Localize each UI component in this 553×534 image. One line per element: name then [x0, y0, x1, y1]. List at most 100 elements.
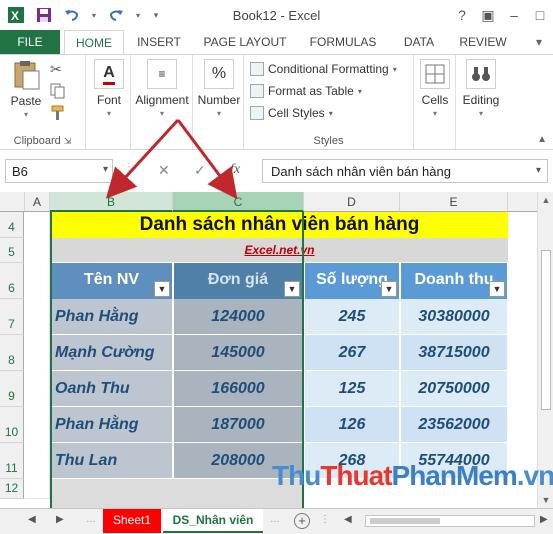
sheet-tab-bar: ◀ ▶ … Sheet1 DS_Nhân viên … + ⋮ ◀ ▶	[0, 508, 553, 534]
table-cell-revenue[interactable]: 38715000	[401, 335, 508, 371]
column-header-d[interactable]: D	[304, 192, 400, 212]
number-dropdown-icon: ▾	[216, 109, 221, 118]
formula-bar-grip-icon[interactable]: ⋮	[124, 162, 134, 173]
row-header-6[interactable]: 6	[0, 263, 24, 299]
styles-group-label: Styles	[313, 135, 344, 147]
font-button[interactable]: A Font ▾	[92, 59, 126, 118]
header-so-luong[interactable]: Số lượng ▼	[305, 263, 400, 299]
format-painter-icon[interactable]	[50, 105, 66, 124]
row-header-11[interactable]: 11	[0, 443, 24, 479]
enter-icon[interactable]: ✓	[194, 162, 206, 179]
ribbon-display-icon[interactable]: ▣	[475, 0, 501, 30]
cells-button[interactable]: Cells ▾	[417, 59, 453, 118]
tab-file[interactable]: FILE	[0, 30, 60, 54]
column-header-c[interactable]: C	[173, 192, 304, 212]
header-doanh-thu-label: Doanh thu	[414, 271, 494, 288]
editing-button[interactable]: Editing ▾	[458, 59, 504, 118]
number-label: Number	[197, 93, 241, 107]
alignment-label: Alignment	[135, 93, 189, 107]
tab-formulas[interactable]: FORMULAS	[302, 30, 384, 54]
format-as-table-button[interactable]: Format as Table ▾	[250, 81, 362, 101]
formula-input[interactable]: Danh sách nhân viên bán hàng ▾	[262, 159, 548, 183]
name-box[interactable]: B6 ▾	[5, 159, 113, 183]
number-button[interactable]: % Number ▾	[196, 59, 242, 118]
select-all-corner[interactable]	[0, 192, 25, 212]
dialog-launcher-icon[interactable]: ⇲	[64, 136, 72, 146]
cut-icon[interactable]: ✂	[50, 61, 62, 78]
table-cell-qty[interactable]: 126	[305, 407, 400, 443]
font-group: A Font ▾	[86, 55, 131, 149]
collapse-ribbon-caret-icon[interactable]: ▲	[537, 134, 547, 145]
clipboard-group: Paste ▾ ✂ Clipboard ⇲	[0, 55, 86, 149]
row-header-4[interactable]: 4	[0, 212, 24, 238]
paste-button[interactable]: Paste ▾	[6, 59, 46, 119]
row-header-8[interactable]: 8	[0, 335, 24, 371]
conditional-formatting-button[interactable]: Conditional Formatting ▾	[250, 59, 397, 79]
sheet-tab-sheet1[interactable]: Sheet1	[103, 509, 161, 533]
table-cell-qty[interactable]: 267	[305, 335, 400, 371]
tab-insert[interactable]: INSERT	[128, 30, 190, 54]
clipboard-group-label: Clipboard ⇲	[13, 135, 72, 147]
horizontal-scroll-thumb[interactable]	[370, 518, 440, 524]
cells-group: Cells ▾	[414, 55, 456, 149]
insert-function-icon[interactable]: fx	[230, 162, 240, 178]
cells-label: Cells	[421, 93, 449, 107]
collapse-ribbon-icon[interactable]: ▾	[528, 30, 550, 54]
table-cell-qty[interactable]: 245	[305, 299, 400, 335]
sheet-tab-ds-nhan-vien[interactable]: DS_Nhân viên	[163, 509, 263, 533]
scroll-down-icon[interactable]: ▼	[538, 492, 553, 508]
tab-home[interactable]: HOME	[64, 30, 124, 55]
cell-styles-button[interactable]: Cell Styles ▾	[250, 103, 333, 123]
cell-styles-dropdown-icon: ▾	[328, 108, 333, 118]
scroll-right-icon[interactable]: ▶	[540, 514, 548, 525]
prev-sheet-icon[interactable]: ◀	[28, 514, 36, 525]
editing-label: Editing	[462, 93, 500, 107]
more-sheets-icon[interactable]: …	[86, 514, 96, 525]
name-box-dropdown-icon[interactable]: ▾	[103, 164, 108, 175]
title-bar: X ▾ ▾ ▾ Book12 - Excel ? ▣ – □	[0, 0, 553, 30]
tab-review[interactable]: REVIEW	[452, 30, 514, 54]
font-dropdown-icon: ▾	[106, 109, 111, 118]
binoculars-icon	[466, 59, 496, 89]
alignment-group: ≡ Alignment ▾	[131, 55, 193, 149]
scroll-left-icon[interactable]: ◀	[344, 514, 352, 525]
maximize-icon[interactable]: □	[527, 0, 553, 30]
row-header-12[interactable]: 12	[0, 479, 24, 499]
more-tabs-icon[interactable]: …	[270, 514, 280, 525]
alignment-button[interactable]: ≡ Alignment ▾	[133, 59, 191, 118]
formula-expand-icon[interactable]: ▾	[536, 165, 541, 176]
column-a-cells[interactable]	[25, 212, 50, 499]
table-cell-qty[interactable]: 125	[305, 371, 400, 407]
column-header-a[interactable]: A	[25, 192, 50, 212]
column-header-e[interactable]: E	[400, 192, 508, 212]
tab-data[interactable]: DATA	[394, 30, 444, 54]
copy-icon[interactable]	[50, 83, 66, 102]
alignment-icon: ≡	[147, 59, 177, 89]
row-header-9[interactable]: 9	[0, 371, 24, 407]
next-sheet-icon[interactable]: ▶	[56, 514, 64, 525]
filter-dropdown-icon[interactable]: ▼	[381, 281, 397, 297]
tab-splitter-icon[interactable]: ⋮	[320, 514, 330, 525]
help-icon[interactable]: ?	[449, 0, 475, 30]
paste-label: Paste	[10, 94, 42, 108]
ribbon-tabs: FILE HOME INSERT PAGE LAYOUT FORMULAS DA…	[0, 30, 553, 55]
scroll-up-icon[interactable]: ▲	[538, 192, 553, 208]
row-header-7[interactable]: 7	[0, 299, 24, 335]
add-sheet-icon[interactable]: +	[294, 513, 310, 529]
alignment-dropdown-icon: ▾	[159, 109, 164, 118]
scroll-thumb[interactable]	[541, 250, 551, 410]
row-header-5[interactable]: 5	[0, 238, 24, 263]
filter-dropdown-icon[interactable]: ▼	[489, 281, 505, 297]
table-cell-revenue[interactable]: 30380000	[401, 299, 508, 335]
tab-page-layout[interactable]: PAGE LAYOUT	[196, 30, 294, 54]
row-header-10[interactable]: 10	[0, 407, 24, 443]
horizontal-scrollbar[interactable]	[365, 515, 535, 527]
table-cell-revenue[interactable]: 20750000	[401, 371, 508, 407]
column-header-b[interactable]: B	[50, 192, 173, 212]
header-doanh-thu[interactable]: Doanh thu ▼	[401, 263, 508, 299]
cancel-icon[interactable]: ✕	[158, 162, 170, 179]
table-cell-revenue[interactable]: 23562000	[401, 407, 508, 443]
header-so-luong-label: Số lượng	[316, 271, 388, 288]
font-icon: A	[94, 59, 124, 89]
minimize-icon[interactable]: –	[501, 0, 527, 30]
